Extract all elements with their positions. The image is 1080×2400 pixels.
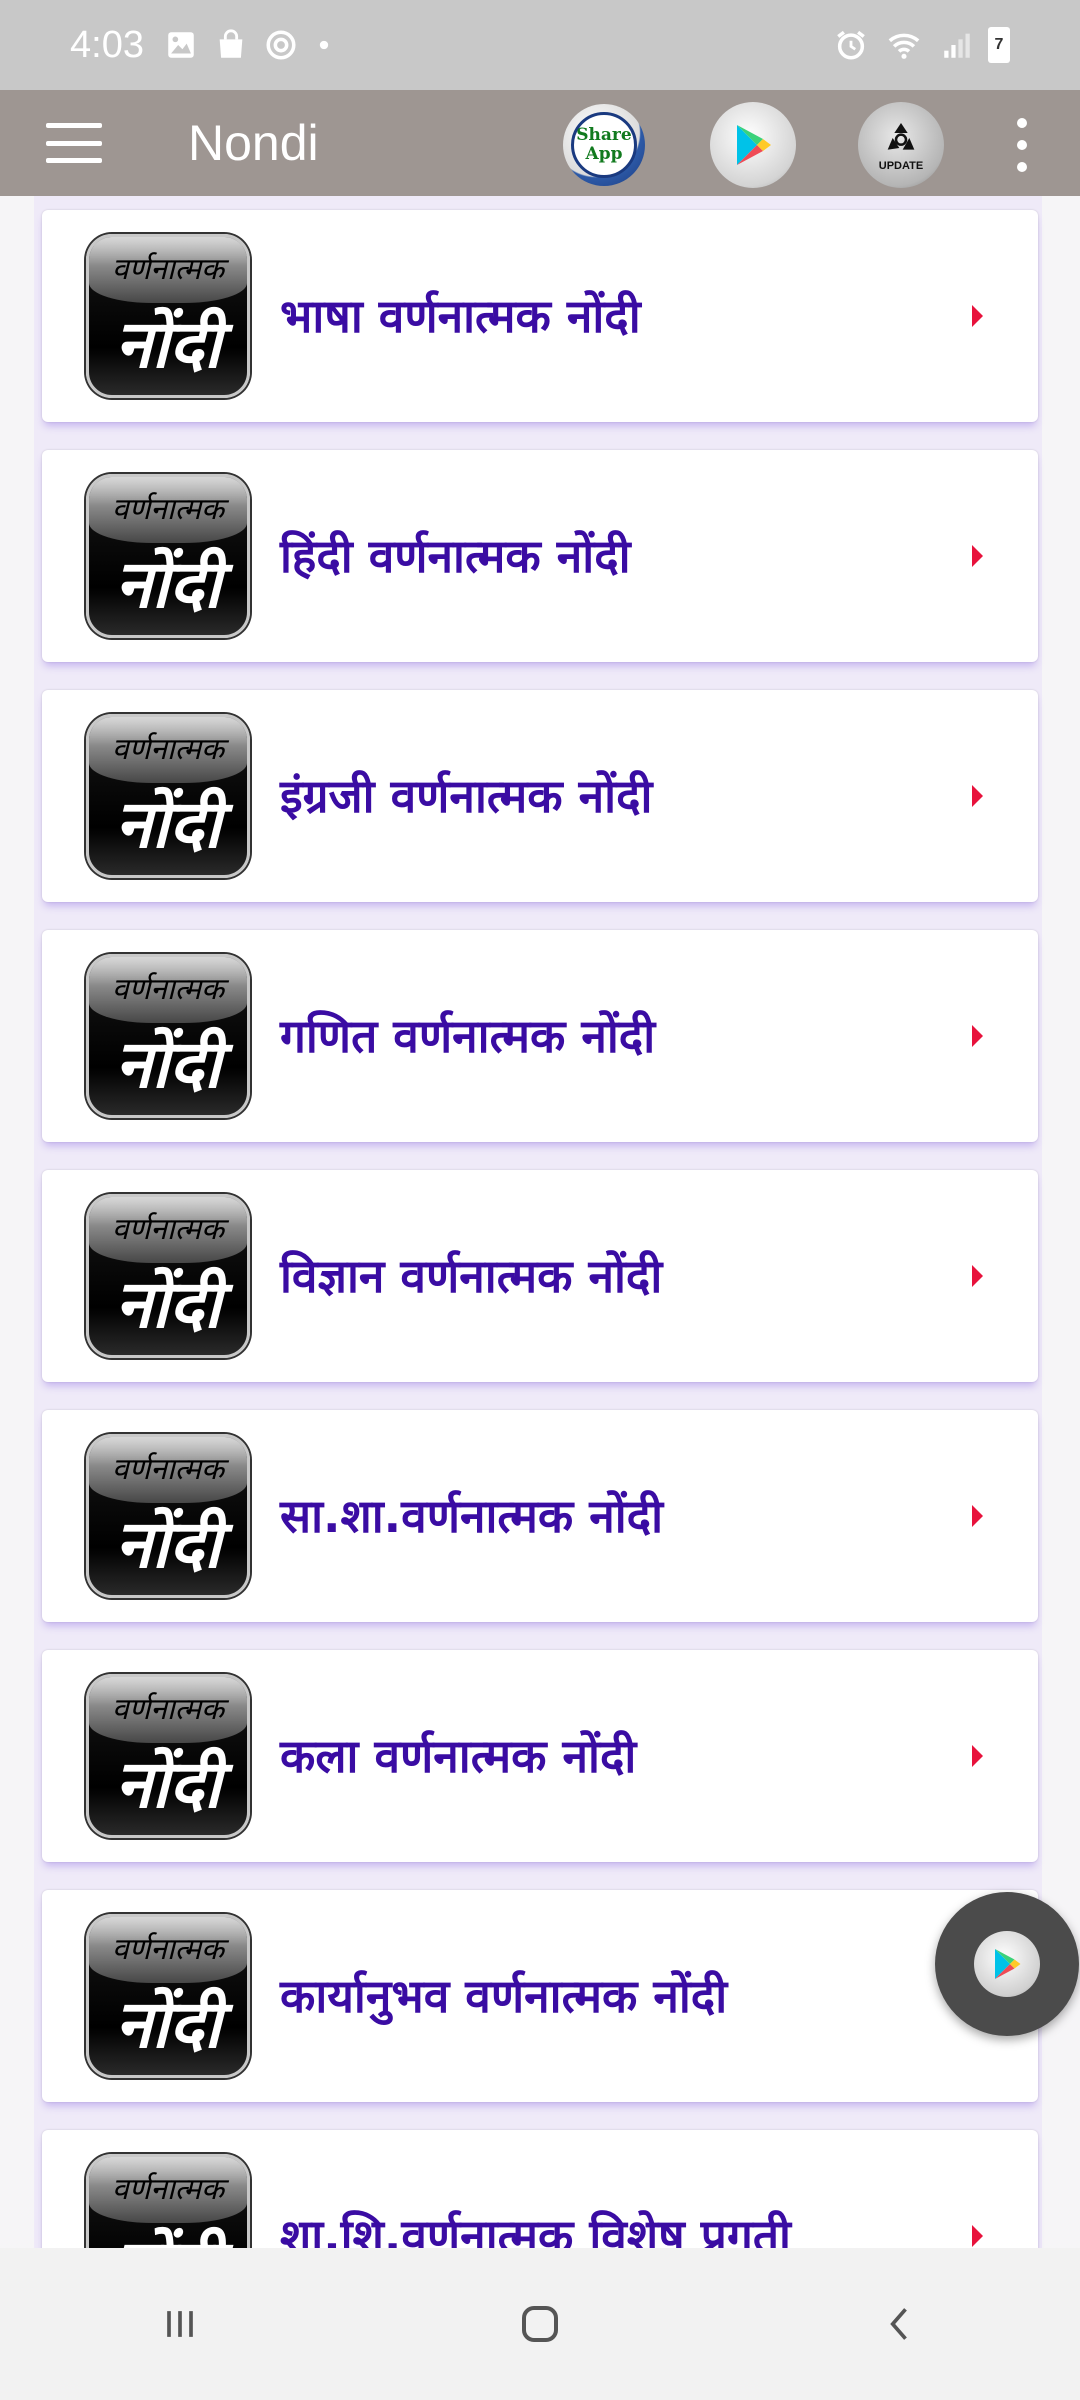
sync-icon — [266, 30, 296, 60]
chevron-right-icon — [972, 1025, 983, 1047]
app-title: Nondi — [188, 115, 319, 171]
category-list[interactable]: वर्णनात्मक नोंदी भाषा वर्णनात्मक नोंदी वर्ण… — [0, 196, 1080, 2248]
nondi-app-icon: वर्णनात्मक नोंदी — [86, 2154, 250, 2248]
chevron-right-icon — [972, 1505, 983, 1527]
share-app-button[interactable]: Share App — [563, 104, 645, 186]
back-icon — [890, 2308, 907, 2340]
list-item-label: भाषा वर्णनात्मक नोंदी — [280, 289, 641, 343]
nondi-app-icon: वर्णनात्मक नोंदी — [86, 474, 250, 638]
icon-main-text: नोंदी — [115, 546, 221, 623]
list-item-label: गणित वर्णनात्मक नोंदी — [280, 1009, 656, 1063]
home-icon — [522, 2306, 558, 2342]
list-item[interactable]: वर्णनात्मक नोंदी शा.शि.वर्णनात्मक विशेष प्… — [42, 2130, 1038, 2248]
floating-play-button[interactable] — [935, 1892, 1079, 2036]
icon-top-text: वर्णनात्मक — [111, 1692, 225, 1727]
icon-top-text: वर्णनात्मक — [111, 972, 225, 1007]
list-item[interactable]: वर्णनात्मक नोंदी हिंदी वर्णनात्मक नोंदी — [42, 450, 1038, 662]
list-item[interactable]: वर्णनात्मक नोंदी इंग्रजी वर्णनात्मक नोंदी — [42, 690, 1038, 902]
recent-apps-icon — [167, 2311, 193, 2337]
chevron-right-icon — [972, 1745, 983, 1767]
chevron-right-icon — [972, 2225, 983, 2247]
nondi-app-icon: वर्णनात्मक नोंदी — [86, 1674, 250, 1838]
list-item-label: शा.शि.वर्णनात्मक विशेष प्रगती — [280, 2209, 791, 2248]
google-play-icon — [737, 125, 771, 165]
recent-apps-button[interactable] — [120, 2284, 240, 2364]
icon-top-text: वर्णनात्मक — [111, 1932, 225, 1967]
nondi-app-icon: वर्णनात्मक नोंदी — [86, 1434, 250, 1598]
battery-icon: 7 — [988, 27, 1010, 63]
list-item-label: हिंदी वर्णनात्मक नोंदी — [280, 529, 631, 583]
icon-main-text: नोंदी — [115, 1986, 221, 2063]
google-play-icon — [995, 1949, 1021, 1979]
share-label-line2: App — [585, 144, 623, 164]
share-label-line1: Share — [576, 125, 632, 145]
back-button[interactable] — [840, 2284, 960, 2364]
system-nav-bar — [0, 2248, 1080, 2400]
list-item-label: विज्ञान वर्णनात्मक नोंदी — [280, 1249, 663, 1303]
icon-top-text: वर्णनात्मक — [111, 492, 225, 527]
list-item[interactable]: वर्णनात्मक नोंदी गणित वर्णनात्मक नोंदी — [42, 930, 1038, 1142]
list-item[interactable]: वर्णनात्मक नोंदी कार्यानुभव वर्णनात्मक नों… — [42, 1890, 1038, 2102]
nondi-app-icon: वर्णनात्मक नोंदी — [86, 234, 250, 398]
battery-level: 7 — [994, 36, 1004, 53]
alarm-icon — [837, 30, 865, 60]
nondi-app-icon: वर्णनात्मक नोंदी — [86, 1914, 250, 2078]
update-label: UPDATE — [878, 160, 924, 172]
app-bar: Nondi Share App UPDATE — [0, 90, 1080, 196]
status-time: 4:03 — [70, 23, 144, 66]
chevron-right-icon — [972, 545, 983, 567]
recycle-icon — [887, 123, 915, 150]
chevron-right-icon — [972, 305, 983, 327]
icon-main-text: नोंदी — [115, 1266, 221, 1343]
nondi-app-icon: वर्णनात्मक नोंदी — [86, 954, 250, 1118]
list-item-label: कार्यानुभव वर्णनात्मक नोंदी — [280, 1969, 728, 2023]
shopping-bag-icon — [219, 29, 243, 58]
icon-top-text: वर्णनात्मक — [111, 732, 225, 767]
google-play-button[interactable] — [710, 102, 796, 188]
icon-main-text: नोंदी — [89, 2217, 247, 2248]
wifi-icon — [888, 33, 920, 59]
chevron-right-icon — [972, 1265, 983, 1287]
list-item[interactable]: वर्णनात्मक नोंदी विज्ञान वर्णनात्मक नोंदी — [42, 1170, 1038, 1382]
icon-top-text: वर्णनात्मक — [111, 1212, 225, 1247]
status-bar: 4:03 7 — [0, 0, 1080, 90]
list-item-label: कला वर्णनात्मक नोंदी — [280, 1729, 637, 1783]
gallery-icon — [168, 32, 194, 58]
nondi-app-icon: वर्णनात्मक नोंदी — [86, 714, 250, 878]
signal-icon — [944, 33, 970, 58]
icon-main-text: नोंदी — [115, 306, 221, 383]
icon-main-text: नोंदी — [115, 786, 221, 863]
nondi-app-icon: वर्णनात्मक नोंदी — [86, 1194, 250, 1358]
icon-main-text: नोंदी — [115, 1026, 221, 1103]
icon-top-text: वर्णनात्मक — [111, 2172, 225, 2207]
list-item-label: इंग्रजी वर्णनात्मक नोंदी — [280, 769, 653, 823]
dot-icon — [319, 40, 329, 50]
menu-icon[interactable] — [46, 123, 102, 163]
update-button[interactable]: UPDATE — [858, 102, 944, 188]
list-item[interactable]: वर्णनात्मक नोंदी कला वर्णनात्मक नोंदी — [42, 1650, 1038, 1862]
icon-top-text: वर्णनात्मक — [111, 252, 225, 287]
overflow-menu-icon[interactable] — [1010, 118, 1034, 172]
icon-main-text: नोंदी — [115, 1506, 221, 1583]
list-item[interactable]: वर्णनात्मक नोंदी भाषा वर्णनात्मक नोंदी — [42, 210, 1038, 422]
chevron-right-icon — [972, 785, 983, 807]
list-item[interactable]: वर्णनात्मक नोंदी सा.शा.वर्णनात्मक नोंदी — [42, 1410, 1038, 1622]
home-button[interactable] — [480, 2284, 600, 2364]
icon-main-text: नोंदी — [115, 1746, 221, 1823]
icon-top-text: वर्णनात्मक — [111, 1452, 225, 1487]
list-item-label: सा.शा.वर्णनात्मक नोंदी — [280, 1489, 663, 1543]
